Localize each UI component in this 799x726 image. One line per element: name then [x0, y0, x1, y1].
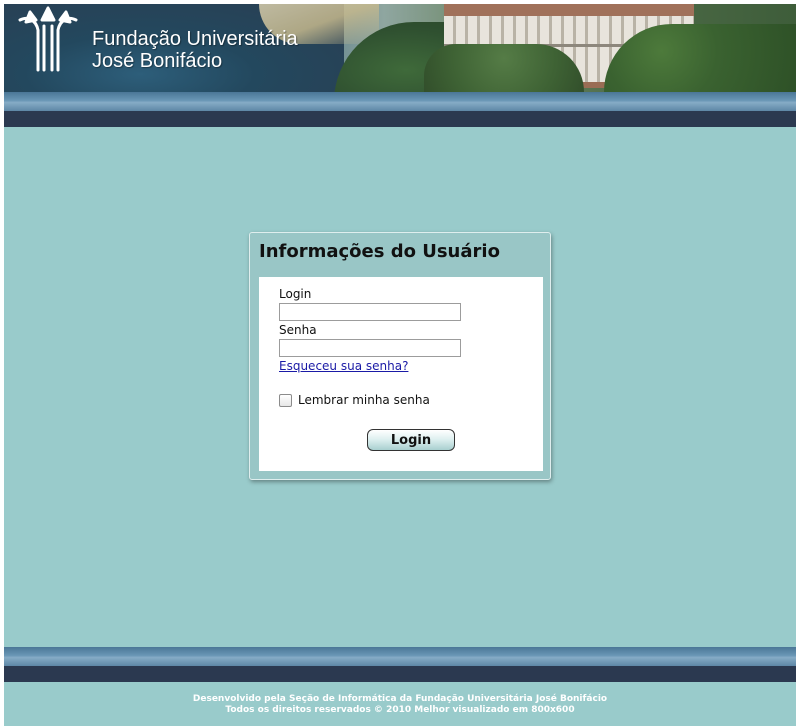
login-label: Login: [279, 287, 312, 301]
brand-line-1: Fundação Universitária: [92, 28, 298, 50]
brand-name: Fundação Universitária José Bonifácio: [92, 28, 298, 72]
login-panel: Informações do Usuário Login Senha Esque…: [249, 232, 551, 480]
header-banner: Fundação Universitária José Bonifácio: [4, 4, 796, 92]
page: Fundação Universitária José Bonifácio In…: [4, 4, 796, 726]
fujb-logo-icon: [18, 6, 78, 72]
brand-line-2: José Bonifácio: [92, 50, 223, 72]
footer-line-1: Desenvolvido pela Seção de Informática d…: [192, 694, 608, 704]
header-bar-dark: [4, 111, 796, 127]
footer-line-2: Todos os direitos reservados © 2010 Melh…: [225, 705, 575, 715]
password-label: Senha: [279, 323, 317, 337]
footer-bar-light: [4, 647, 796, 666]
login-button[interactable]: Login: [367, 429, 455, 451]
header-bar-light: [4, 92, 796, 111]
remember-password-checkbox[interactable]: [279, 393, 292, 407]
forgot-password-link[interactable]: Esqueceu sua senha?: [279, 359, 408, 373]
login-panel-title: Informações do Usuário: [259, 241, 500, 262]
remember-password-row[interactable]: Lembrar minha senha: [279, 393, 430, 407]
banner-trees-left: [424, 44, 584, 92]
footer-credits: Desenvolvido pela Seção de Informática d…: [4, 694, 796, 716]
footer-bar-dark: [4, 666, 796, 682]
remember-password-label: Lembrar minha senha: [298, 393, 430, 407]
password-input[interactable]: [279, 339, 461, 357]
login-form: Login Senha Esqueceu sua senha? Lembrar …: [259, 277, 543, 471]
login-input[interactable]: [279, 303, 461, 321]
banner-building-roof: [444, 4, 694, 16]
